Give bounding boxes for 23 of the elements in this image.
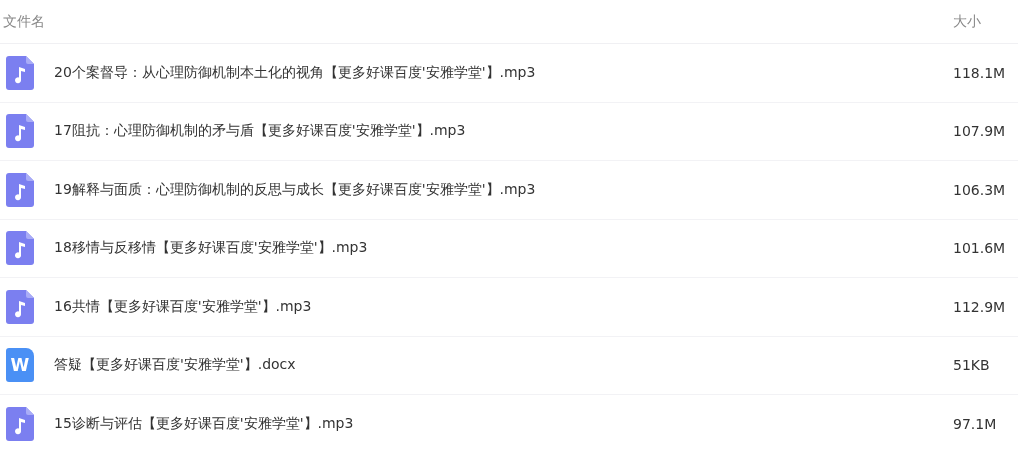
file-name[interactable]: 答疑【更多好课百度'安雅学堂'】.docx — [54, 356, 953, 375]
file-name[interactable]: 16共情【更多好课百度'安雅学堂'】.mp3 — [54, 297, 953, 316]
file-name[interactable]: 19解释与面质：心理防御机制的反思与成长【更多好课百度'安雅学堂'】.mp3 — [54, 180, 953, 199]
file-name[interactable]: 17阻抗：心理防御机制的矛与盾【更多好课百度'安雅学堂'】.mp3 — [54, 122, 953, 141]
music-file-icon — [6, 172, 34, 207]
music-file-icon — [6, 114, 34, 149]
file-size: 51KB — [953, 357, 991, 374]
word-file-icon: W — [6, 348, 34, 383]
file-size: 101.6M — [953, 240, 1007, 257]
music-file-icon — [6, 406, 34, 441]
music-file-icon — [6, 231, 34, 266]
file-name[interactable]: 15诊断与评估【更多好课百度'安雅学堂'】.mp3 — [54, 414, 953, 433]
file-name[interactable]: 18移情与反移情【更多好课百度'安雅学堂'】.mp3 — [54, 239, 953, 258]
column-header[interactable]: 大小 — [953, 12, 1018, 31]
music-file-icon — [6, 55, 34, 90]
music-file-icon — [6, 289, 34, 324]
file-size: 112.9M — [953, 298, 1007, 315]
file-size: 106.3M — [953, 181, 1007, 198]
file-size: 97.1M — [953, 415, 998, 432]
file-size: 107.9M — [953, 123, 1007, 140]
file-size: 118.1M — [953, 64, 1007, 81]
file-name[interactable]: 20个案督导：从心理防御机制本土化的视角【更多好课百度'安雅学堂'】.mp3 — [54, 63, 953, 82]
column-header[interactable]: 文件名 — [0, 12, 953, 31]
